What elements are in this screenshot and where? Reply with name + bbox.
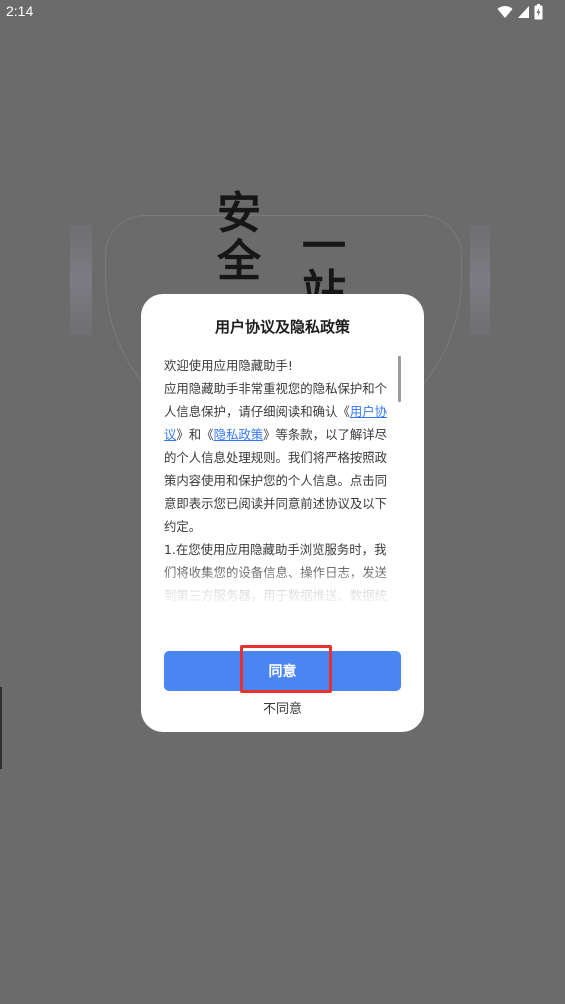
connector-text: 》和《 xyxy=(176,427,214,442)
status-icons xyxy=(497,4,543,20)
privacy-agreement-dialog: 用户协议及隐私政策 欢迎使用应用隐藏助手! 应用隐藏助手非常重视您的隐私保护和个… xyxy=(141,294,424,732)
status-bar: 2:14 xyxy=(0,0,565,24)
scrollbar-thumb[interactable] xyxy=(398,356,401,402)
edge-divider xyxy=(0,687,2,769)
body-fade-overlay xyxy=(161,562,401,614)
privacy-policy-link[interactable]: 隐私政策 xyxy=(214,427,264,442)
background-title-char: 全 xyxy=(217,236,261,287)
greeting-text: 欢迎使用应用隐藏助手! xyxy=(164,358,293,373)
intro-paragraph: 应用隐藏助手非常重视您的隐私保护和个人信息保护，请仔细阅读和确认《用户协议》和《… xyxy=(164,377,392,538)
disagree-button[interactable]: 不同意 xyxy=(141,698,424,717)
background-decor-bar-right xyxy=(470,225,490,335)
dialog-title: 用户协议及隐私政策 xyxy=(214,318,350,336)
background-title-char: 一 xyxy=(302,221,346,272)
battery-icon xyxy=(534,4,543,20)
wifi-icon xyxy=(497,5,513,19)
background-title-char: 安 xyxy=(217,188,261,239)
intro-rest-text: 》等条款，以了解详尽的个人信息处理规则。我们将严格按照政策内容使用和保护您的个人… xyxy=(164,427,388,534)
agree-button[interactable]: 同意 xyxy=(164,651,401,691)
status-time: 2:14 xyxy=(6,3,34,19)
background-decor-bar-left xyxy=(70,225,92,335)
cell-signal-icon xyxy=(517,5,530,19)
